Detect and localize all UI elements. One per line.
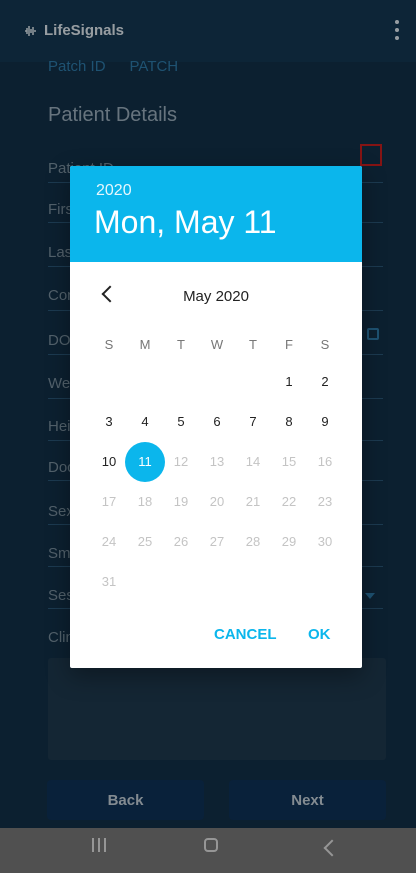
day-31: 31 [101,574,117,589]
day-3[interactable]: 3 [91,404,127,440]
day-23: 23 [317,494,333,509]
day-2[interactable]: 2 [307,364,343,400]
selected-date-title: Mon, May 11 [94,204,277,240]
date-picker-dialog: 2020 Mon, May 11 May 2020 S M T W T F S … [70,166,362,668]
dialog-actions: CANCEL OK [70,626,362,650]
day-16: 16 [317,454,333,469]
weekday-mon: M [139,337,151,352]
month-label: May 2020 [183,288,249,305]
weekday-sat: S [320,337,330,352]
day-24: 24 [101,534,117,549]
day-11-selected[interactable]: 11 [125,442,165,482]
weekday-wed: W [210,337,224,352]
day-4[interactable]: 4 [127,404,163,440]
day-19: 19 [173,494,189,509]
day-9[interactable]: 9 [307,404,343,440]
year-label[interactable]: 2020 [96,182,132,200]
weekday-sun: S [104,337,114,352]
date-picker-header: 2020 Mon, May 11 [70,166,362,262]
day-21: 21 [245,494,261,509]
day-29: 29 [281,534,297,549]
weekday-thu: T [249,337,257,352]
day-17: 17 [101,494,117,509]
weekday-fri: F [285,337,293,352]
ok-button[interactable]: OK [308,626,331,643]
day-12: 12 [173,454,189,469]
day-22: 22 [281,494,297,509]
day-28: 28 [245,534,261,549]
day-18: 18 [137,494,153,509]
day-8[interactable]: 8 [271,404,307,440]
day-7[interactable]: 7 [235,404,271,440]
day-20: 20 [209,494,225,509]
day-27: 27 [209,534,225,549]
day-14: 14 [245,454,261,469]
day-25: 25 [137,534,153,549]
day-5[interactable]: 5 [163,404,199,440]
weekday-tue: T [177,337,185,352]
day-6[interactable]: 6 [199,404,235,440]
month-navigation: May 2020 [70,284,362,308]
day-13: 13 [209,454,225,469]
day-10[interactable]: 10 [91,444,127,480]
day-26: 26 [173,534,189,549]
cancel-button[interactable]: CANCEL [214,626,277,643]
day-30: 30 [317,534,333,549]
day-15: 15 [281,454,297,469]
day-1[interactable]: 1 [271,364,307,400]
